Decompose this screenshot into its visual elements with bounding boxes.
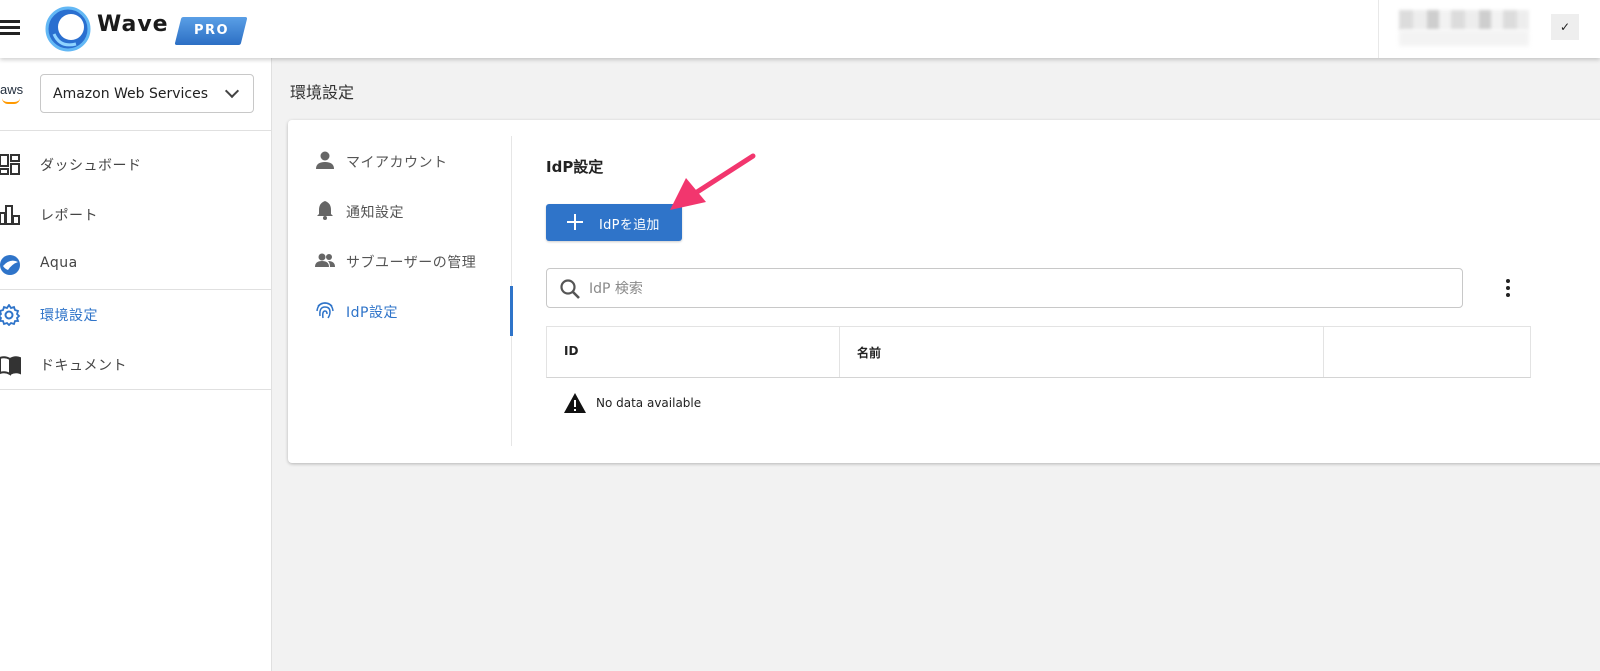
sidebar-item-label: 環境設定	[40, 308, 98, 324]
empty-state-text: No data available	[596, 396, 702, 410]
column-header-label: 名前	[857, 346, 882, 360]
section-title: IdP設定	[546, 158, 604, 176]
account-selector[interactable]: Amazon Web Services	[40, 74, 254, 113]
book-icon	[0, 356, 21, 376]
wave-logo-icon	[45, 6, 91, 52]
tab-label: IdP設定	[346, 305, 398, 321]
page-title: 環境設定	[290, 83, 355, 102]
settings-card: マイアカウント 通知設定 サブユーザーの管理 IdP設定 IdP設定 IdPを追…	[288, 120, 1600, 463]
sidebar-item-settings[interactable]: 環境設定	[0, 292, 271, 336]
app-header: Wave PRO ✓	[0, 0, 1600, 58]
user-email-redacted	[1399, 30, 1529, 46]
bell-icon	[317, 201, 333, 220]
sidebar: aws Amazon Web Services ダッシュボード レポート Aqu…	[0, 58, 272, 671]
sidebar-item-label: ドキュメント	[40, 358, 127, 374]
search-input[interactable]	[589, 278, 1449, 300]
idp-table: ID 名前	[546, 326, 1531, 378]
settings-tabs: マイアカウント 通知設定 サブユーザーの管理 IdP設定	[288, 136, 512, 446]
app-name: Wave	[97, 12, 169, 37]
wave-pro-logo[interactable]: Wave PRO	[44, 4, 254, 54]
fingerprint-icon	[316, 302, 334, 319]
tab-label: マイアカウント	[346, 155, 448, 171]
empty-state: No data available	[563, 392, 763, 416]
user-name-redacted	[1399, 10, 1529, 30]
tab-idp-settings[interactable]: IdP設定	[288, 286, 512, 334]
add-idp-button-label: IdPを追加	[599, 218, 660, 233]
sidebar-item-documents[interactable]: ドキュメント	[0, 342, 271, 386]
sidebar-divider	[0, 130, 271, 131]
active-tab-indicator	[510, 286, 513, 336]
column-header-label: ID	[564, 344, 579, 358]
tab-label: 通知設定	[346, 205, 404, 221]
sidebar-item-report[interactable]: レポート	[0, 192, 271, 236]
idp-search-field[interactable]	[546, 268, 1463, 308]
sidebar-divider	[0, 389, 271, 390]
account-selector-value: Amazon Web Services	[53, 86, 209, 102]
user-menu[interactable]: ✓	[1378, 0, 1600, 58]
aqua-icon	[0, 255, 20, 275]
gear-icon	[0, 304, 21, 326]
sidebar-item-label: Aqua	[40, 255, 78, 271]
plus-icon	[566, 213, 584, 231]
chevron-down-icon	[224, 83, 240, 99]
aws-logo: aws	[0, 82, 24, 97]
tab-notifications[interactable]: 通知設定	[288, 186, 512, 234]
sidebar-item-label: レポート	[40, 208, 98, 224]
column-header-id[interactable]: ID	[547, 327, 840, 377]
tab-label: サブユーザーの管理	[346, 255, 477, 271]
column-header-name[interactable]: 名前	[840, 327, 1324, 377]
sidebar-item-label: ダッシュボード	[40, 158, 142, 174]
annotation-arrow-icon	[670, 153, 756, 210]
warning-icon	[564, 393, 586, 413]
more-options-icon[interactable]	[1500, 277, 1516, 299]
user-dropdown-button[interactable]: ✓	[1551, 14, 1579, 40]
people-icon	[315, 253, 335, 267]
report-icon	[0, 205, 20, 225]
sidebar-item-aqua[interactable]: Aqua	[0, 242, 271, 286]
tab-my-account[interactable]: マイアカウント	[288, 136, 512, 184]
sidebar-divider	[0, 289, 271, 290]
dashboard-icon	[0, 154, 20, 175]
column-header-actions	[1324, 327, 1530, 377]
tab-sub-users[interactable]: サブユーザーの管理	[288, 236, 512, 284]
hamburger-menu-icon[interactable]	[0, 18, 22, 36]
sidebar-item-dashboard[interactable]: ダッシュボード	[0, 142, 271, 186]
search-icon	[560, 279, 580, 299]
pro-badge: PRO	[194, 23, 230, 38]
person-icon	[316, 151, 334, 169]
aws-smile-icon	[2, 98, 20, 104]
